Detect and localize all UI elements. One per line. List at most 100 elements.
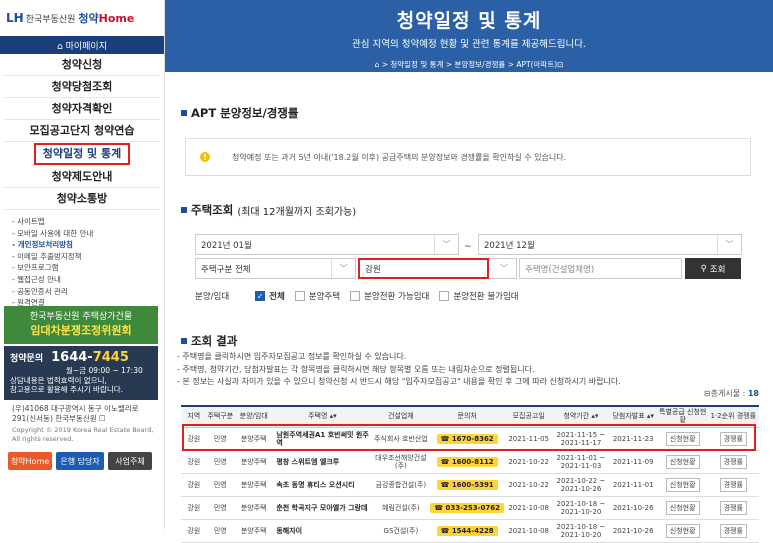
- cell-housing-name[interactable]: 동해자이: [273, 519, 372, 543]
- col-region: 지역: [181, 405, 207, 428]
- cell-region: 강원: [181, 519, 207, 543]
- status-button[interactable]: 신청현황: [665, 477, 700, 492]
- sidebar: LH 한국부동산원 청약 Home ⌂ 마이페이지 청약신청 청약당첨조회 청약…: [0, 0, 165, 529]
- checkbox: [439, 291, 450, 301]
- breadcrumb[interactable]: ⌂ > 청약일정 및 통계 > 분양정보/경쟁률 > APT(아파트)⊡: [165, 59, 773, 70]
- logo-home: Home: [98, 11, 135, 25]
- to-month-select[interactable]: 2021년 12월 ﹀: [478, 234, 742, 255]
- phone-label: 청약문의: [10, 354, 44, 364]
- cell-special-supply[interactable]: 신청현황: [657, 473, 708, 497]
- copyright-line-2: All rights reserved.: [12, 434, 74, 443]
- menu-item-apply[interactable]: 청약신청: [4, 54, 160, 76]
- option-all[interactable]: ✓ 전체: [255, 290, 285, 302]
- menu-item-practice[interactable]: 모집공고단지 청약연습: [4, 120, 160, 142]
- search-icon: ⚲: [700, 263, 707, 274]
- cell-notice-date: 2021-10-22: [504, 473, 554, 497]
- option-convertible-rent[interactable]: 분양전환 가능임대: [350, 290, 429, 302]
- menu-item-schedule-stats[interactable]: 청약일정 및 통계: [34, 143, 130, 165]
- col-contact: 문의처: [430, 405, 505, 428]
- cell-competition[interactable]: 경쟁률: [707, 473, 759, 497]
- cell-housing-name[interactable]: 남원주역세권A1 호반써밋 원주역: [273, 427, 372, 451]
- table-row: 강원 민영 분양주택 남원주역세권A1 호반써밋 원주역 주식회사 호반산업 ☎ 1670…: [181, 427, 759, 451]
- link-security[interactable]: - 보안프로그램: [12, 262, 164, 274]
- info-text: 청약예정 또는 과거 5년 이내('18.2월 이후) 공급주택의 분양정보와 …: [232, 152, 567, 162]
- cell-sale-rent: 분양주택: [234, 473, 274, 497]
- result-notes: - 주택명을 클릭하시면 입주자모집공고 정보를 확인하실 수 있습니다. - …: [177, 351, 621, 389]
- status-button[interactable]: 신청현황: [665, 523, 700, 538]
- region-select[interactable]: 강원: [358, 258, 489, 279]
- range-tilde: ~: [464, 242, 472, 252]
- business-owner-button[interactable]: 사업주체: [108, 452, 152, 470]
- menu-item-winner-check[interactable]: 청약당첨조회: [4, 76, 160, 98]
- cell-special-supply[interactable]: 신청현황: [657, 450, 708, 474]
- competition-button[interactable]: 경쟁률: [719, 477, 747, 492]
- cell-housing-name[interactable]: 속초 동명 휴티스 오션시티: [273, 473, 372, 497]
- search-button[interactable]: ⚲ 조회: [685, 258, 741, 279]
- cell-competition[interactable]: 경쟁률: [707, 496, 759, 520]
- status-button[interactable]: 신청현황: [665, 500, 700, 515]
- option-non-convertible-rent[interactable]: 분양전환 불가임대: [439, 290, 519, 302]
- section-apt-info: APT 분양정보/경쟁률: [181, 105, 298, 121]
- cell-region: 강원: [181, 450, 207, 474]
- table-row: 강원 민영 분양주택 속초 동명 휴티스 오션시티 금강종합건설(주) ☎ 1600-53…: [181, 473, 759, 497]
- menu-item-community[interactable]: 청약소통방: [4, 188, 160, 210]
- cell-winner-date: 2021-11-09: [608, 450, 658, 474]
- page-header: 청약일정 및 통계 관심 지역의 청약예정 현황 및 관련 통계를 제공해드립니…: [165, 0, 773, 72]
- section-results: 조회 결과: [181, 333, 237, 349]
- cell-competition[interactable]: 경쟁률: [707, 427, 759, 451]
- col-housing-type: 주택구분: [206, 405, 235, 428]
- cell-special-supply[interactable]: 신청현황: [657, 519, 708, 543]
- logo-org: 한국부동산원: [25, 14, 76, 25]
- dispute-banner[interactable]: 한국부동산원 주택상가건물 임대차분쟁조정위원회: [4, 306, 158, 344]
- menu-item-guide[interactable]: 청약제도안내: [4, 166, 160, 188]
- menu-item-eligibility[interactable]: 청약자격확인: [4, 98, 160, 120]
- cell-special-supply[interactable]: 신청현황: [657, 427, 708, 451]
- link-email-policy[interactable]: - 이메일 추출방지정책: [12, 251, 164, 263]
- competition-button[interactable]: 경쟁률: [719, 523, 747, 538]
- housing-name-input[interactable]: 주택명(건설업체명): [519, 258, 682, 279]
- option-all-label: 전체: [269, 292, 285, 302]
- competition-button[interactable]: 경쟁률: [719, 500, 747, 515]
- table-row: 강원 민영 분양주택 평창 스위트엠 엘크루 대우조선해양건설(주) ☎ 1600-811…: [181, 450, 759, 474]
- bullet-icon: [181, 110, 187, 116]
- cell-housing-type: 민영: [206, 473, 235, 497]
- phone-badge: ☎ 033-253-0762: [430, 502, 505, 513]
- region-dropdown-toggle[interactable]: ﹀: [489, 258, 517, 279]
- bank-staff-button[interactable]: 은행 담당자: [56, 452, 104, 470]
- cell-housing-name[interactable]: 평창 스위트엠 엘크루: [273, 450, 372, 474]
- sale-type-label: 분양/임대: [195, 292, 230, 302]
- competition-button[interactable]: 경쟁률: [719, 454, 747, 469]
- cell-special-supply[interactable]: 신청현황: [657, 496, 708, 520]
- col-apply-period[interactable]: 청약기간 ▴▾: [553, 405, 609, 428]
- chevron-down-icon: ﹀: [331, 259, 355, 278]
- competition-button[interactable]: 경쟁률: [719, 431, 747, 446]
- cell-winner-date: 2021-10-26: [608, 496, 658, 520]
- section-title-search: 주택조회: [191, 203, 234, 217]
- link-privacy[interactable]: - 개인정보처리방침: [12, 239, 164, 251]
- cell-competition[interactable]: 경쟁률: [707, 450, 759, 474]
- link-certificate[interactable]: - 공동인증서 관리: [12, 286, 164, 298]
- cell-competition[interactable]: 경쟁률: [707, 519, 759, 543]
- office-hours: 월~금 09:00 ~ 17:30: [66, 366, 143, 375]
- cell-winner-date: 2021-10-26: [608, 519, 658, 543]
- link-mobile-guide[interactable]: - 모바일 사용에 대한 안내: [12, 228, 164, 240]
- cell-housing-name[interactable]: 춘천 학곡지구 모아엘가 그랑데: [273, 496, 372, 520]
- option-sale[interactable]: 분양주택: [294, 290, 340, 302]
- chevron-down-icon: ﹀: [717, 235, 741, 254]
- col-winner-date[interactable]: 당첨자발표 ▴▾: [608, 405, 658, 428]
- mypage-button[interactable]: ⌂ 마이페이지: [0, 36, 164, 54]
- bullet-icon: [181, 338, 187, 344]
- col-housing-name[interactable]: 주택명 ▴▾: [273, 405, 372, 428]
- copyright: Copyright © 2019 Korea Real Estate Board…: [12, 426, 153, 443]
- status-button[interactable]: 신청현황: [665, 431, 700, 446]
- from-month-select[interactable]: 2021년 01월 ﹀: [195, 234, 459, 255]
- cheongyak-home-button[interactable]: 청약Home: [8, 452, 52, 470]
- status-button[interactable]: 신청현황: [665, 454, 700, 469]
- cell-notice-date: 2021-10-08: [504, 519, 554, 543]
- logo[interactable]: LH 한국부동산원 청약 Home: [0, 0, 164, 36]
- link-accessibility[interactable]: - 웹접근성 안내: [12, 274, 164, 286]
- total-count-label: ⊟총게시물 :: [703, 389, 746, 398]
- housing-type-select[interactable]: 주택구분 전체 ﹀: [195, 258, 356, 279]
- main-content: APT 분양정보/경쟁률 ! 청약예정 또는 과거 5년 이내('18.2월 이…: [165, 72, 773, 543]
- link-sitemap[interactable]: - 사이트맵: [12, 216, 164, 228]
